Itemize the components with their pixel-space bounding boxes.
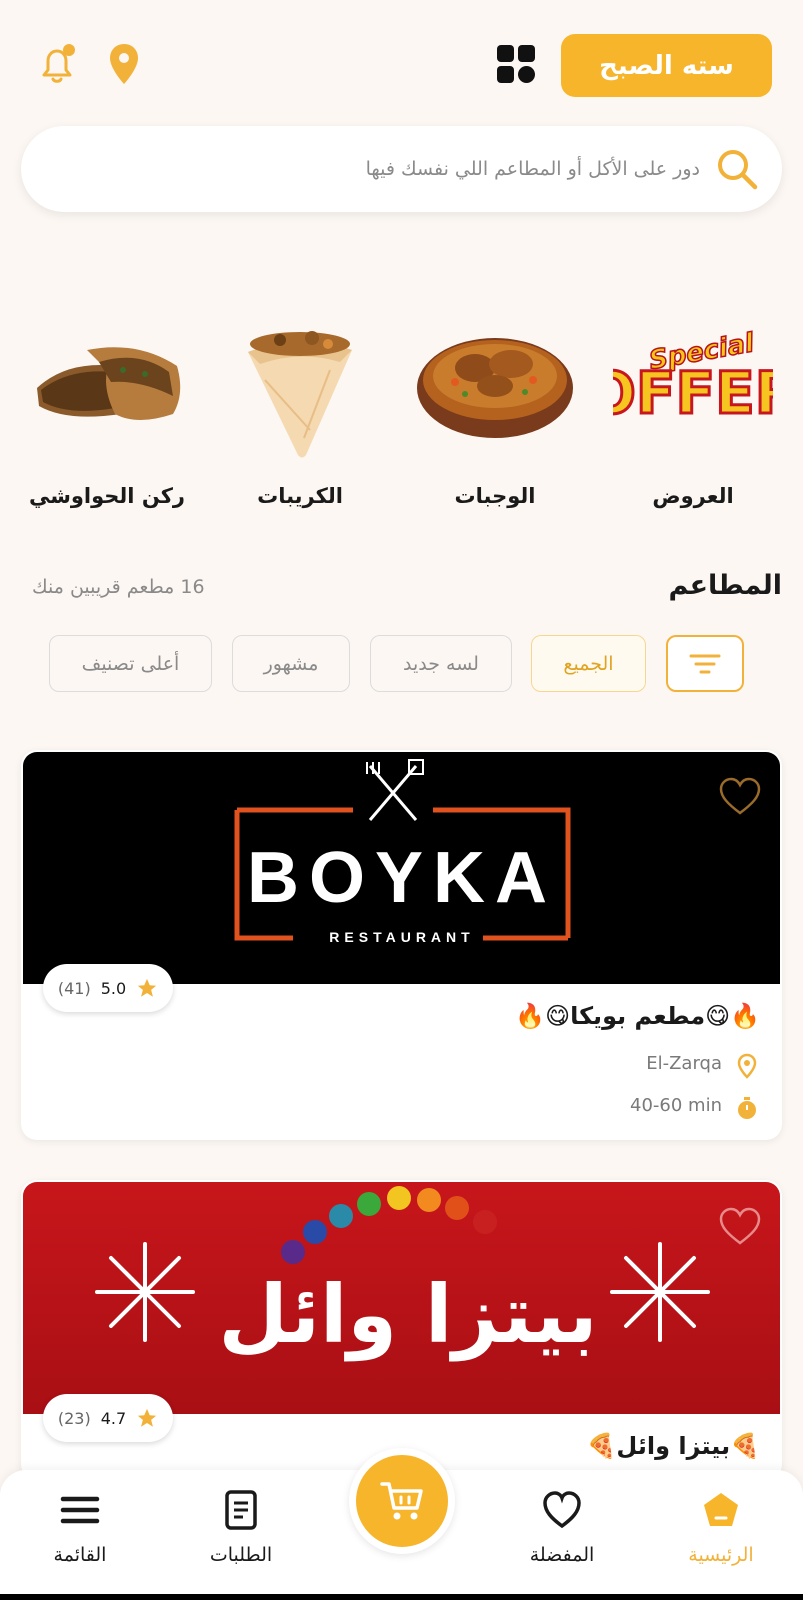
category-label: العروض: [652, 484, 734, 508]
rating-score: 5.0: [100, 978, 127, 998]
category-label: الكريبات: [257, 484, 343, 508]
filter-button[interactable]: [666, 635, 744, 692]
restaurant-banner: بيتزا وائل: [23, 1182, 780, 1414]
menu-icon: [60, 1496, 100, 1524]
review-count: (41): [57, 978, 91, 998]
nav-favorites[interactable]: المفضلة: [497, 1490, 627, 1590]
meal-image: [417, 338, 573, 438]
filter-chip-popular[interactable]: مشهور: [232, 635, 350, 692]
restaurant-banner: BOYKA RESTAURANT: [23, 752, 780, 984]
filter-icon: [689, 654, 721, 673]
restaurants-heading: المطاعم: [668, 570, 782, 601]
orders-icon: [225, 1490, 257, 1530]
nav-label: المفضلة: [529, 1544, 595, 1566]
rating-badge: (23) 4.7: [43, 1394, 173, 1442]
nav-label: الطلبات: [209, 1544, 273, 1566]
location-button[interactable]: سته الصبح: [561, 34, 772, 97]
category-label: ركن الحواوشي: [28, 484, 186, 508]
favorite-heart-icon[interactable]: [718, 1206, 762, 1246]
rating-badge: (41) 5.0: [43, 964, 173, 1012]
restaurant-name: 🔥😋مطعم بويكا😋🔥: [515, 1002, 760, 1030]
search-icon: [718, 150, 758, 190]
filter-chip-top-rated[interactable]: أعلى تصنيف: [49, 635, 212, 692]
search-input[interactable]: دور على الأكل أو المطاعم اللي نفسك فيها: [366, 158, 700, 180]
heart-icon: [543, 1491, 581, 1529]
category-crepes[interactable]: الكريبات: [205, 300, 395, 530]
review-count: (23): [57, 1408, 91, 1428]
category-meals[interactable]: الوجبات: [400, 300, 590, 530]
restaurant-card[interactable]: BOYKA RESTAURANT (41) 5.0 🔥😋مطعم بويكا😋🔥…: [21, 750, 782, 1140]
favorite-heart-icon[interactable]: [718, 776, 762, 816]
nav-label: الرئيسية: [688, 1544, 754, 1566]
nav-label: القائمة: [53, 1544, 107, 1566]
filter-chip-all[interactable]: الجميع: [531, 635, 646, 692]
nav-orders[interactable]: الطلبات: [176, 1490, 306, 1590]
filter-chip-new[interactable]: لسه جديد: [370, 635, 512, 692]
category-offers[interactable]: Special OFFER العروض: [598, 300, 788, 530]
delivery-time: 40-60 min: [630, 1095, 722, 1116]
crepe-image: [248, 331, 352, 458]
notification-bell-icon[interactable]: [34, 42, 80, 88]
nav-home[interactable]: الرئيسية: [656, 1490, 786, 1590]
restaurant-name: 🍕بيتزا وائل🍕: [586, 1432, 760, 1460]
timer-icon: [738, 1097, 756, 1119]
rating-score: 4.7: [100, 1408, 127, 1428]
restaurant-location: El-Zarqa: [646, 1053, 722, 1074]
cart-icon: [380, 1482, 423, 1520]
special-offer-image: Special OFFER: [613, 327, 773, 428]
home-icon: [704, 1493, 738, 1526]
star-icon: [137, 1408, 157, 1427]
grid-icon[interactable]: [496, 44, 536, 84]
star-icon: [137, 978, 157, 997]
nav-menu[interactable]: القائمة: [15, 1490, 145, 1590]
restaurants-count: 16 مطعم قريبين منك: [32, 576, 205, 598]
svg-text:RESTAURANT: RESTAURANT: [329, 929, 474, 945]
pizza-wael-logo: بيتزا وائل: [95, 1186, 710, 1362]
category-label: الوجبات: [454, 484, 536, 508]
location-pin-icon: [737, 1053, 757, 1079]
svg-text:BOYKA: BOYKA: [247, 838, 557, 918]
svg-text:بيتزا وائل: بيتزا وائل: [219, 1268, 598, 1362]
category-hawawshi[interactable]: ركن الحواوشي: [12, 300, 202, 530]
cart-button[interactable]: [349, 1448, 455, 1554]
location-pin-icon[interactable]: [108, 42, 140, 86]
hawawshi-image: [37, 347, 181, 420]
boyka-logo: BOYKA RESTAURANT: [234, 759, 571, 945]
restaurant-card[interactable]: بيتزا وائل (23) 4.7 🍕بيتزا وائل🍕: [21, 1180, 782, 1480]
svg-text:OFFER: OFFER: [613, 359, 773, 427]
search-bar[interactable]: دور على الأكل أو المطاعم اللي نفسك فيها: [21, 126, 782, 212]
system-bar: [0, 1594, 803, 1600]
